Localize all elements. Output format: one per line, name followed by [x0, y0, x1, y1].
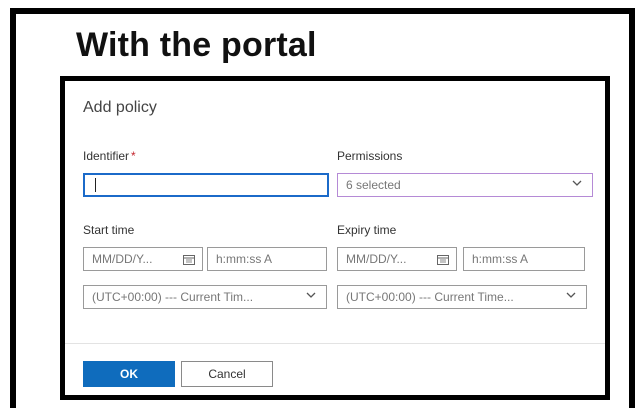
- expiry-timezone-value: (UTC+00:00) --- Current Time...: [346, 290, 514, 304]
- required-mark: *: [131, 149, 136, 163]
- permissions-dropdown[interactable]: 6 selected: [337, 173, 593, 197]
- chevron-down-icon: [566, 292, 576, 298]
- calendar-icon[interactable]: [183, 254, 195, 265]
- start-timezone-dropdown[interactable]: (UTC+00:00) --- Current Tim...: [83, 285, 327, 309]
- expiry-time-placeholder: h:mm:ss A: [472, 252, 529, 266]
- cancel-button[interactable]: Cancel: [181, 361, 273, 387]
- expiry-date-input[interactable]: MM/DD/Y...: [337, 247, 457, 271]
- chevron-down-icon: [572, 180, 582, 186]
- ok-button[interactable]: OK: [83, 361, 175, 387]
- expiry-time-input[interactable]: h:mm:ss A: [463, 247, 585, 271]
- expiry-timezone-dropdown[interactable]: (UTC+00:00) --- Current Time...: [337, 285, 587, 309]
- dialog-title: Add policy: [83, 99, 157, 116]
- chevron-down-icon: [306, 292, 316, 298]
- permissions-label: Permissions: [337, 149, 403, 163]
- start-date-input[interactable]: MM/DD/Y...: [83, 247, 203, 271]
- start-time-placeholder: h:mm:ss A: [216, 252, 273, 266]
- add-policy-dialog: Add policy Identifier * Permissions 6 sel…: [60, 76, 610, 400]
- slide-title: With the portal: [76, 26, 317, 64]
- start-timezone-value: (UTC+00:00) --- Current Tim...: [92, 290, 254, 304]
- identifier-input[interactable]: [83, 173, 329, 197]
- permissions-value: 6 selected: [346, 178, 401, 192]
- text-caret: [95, 178, 96, 192]
- start-date-placeholder: MM/DD/Y...: [92, 252, 153, 266]
- start-time-label: Start time: [83, 223, 135, 237]
- identifier-label-text: Identifier: [83, 149, 130, 163]
- expiry-time-label: Expiry time: [337, 223, 397, 237]
- expiry-date-placeholder: MM/DD/Y...: [346, 252, 407, 266]
- calendar-icon[interactable]: [437, 254, 449, 265]
- identifier-label: Identifier *: [83, 149, 136, 163]
- footer-divider: [65, 343, 605, 344]
- start-time-input[interactable]: h:mm:ss A: [207, 247, 327, 271]
